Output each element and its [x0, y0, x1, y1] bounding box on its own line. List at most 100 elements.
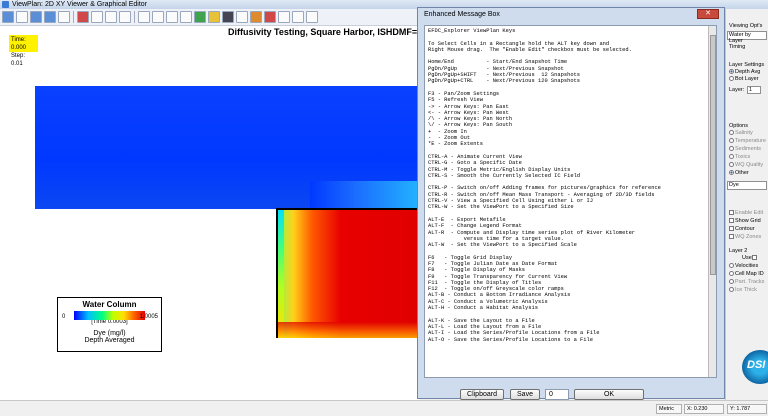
paint-icon[interactable]: [278, 11, 290, 23]
radio-icon: [729, 130, 734, 135]
settings-icon[interactable]: [306, 11, 318, 23]
dye-field-channel[interactable]: [35, 86, 420, 209]
check-enable-edit[interactable]: Enable Edit: [729, 210, 763, 216]
toolbar: [0, 9, 420, 26]
radio-icon: [729, 154, 734, 159]
option-label: Part. Tracks: [735, 279, 765, 285]
use-checkbox[interactable]: Use: [742, 255, 758, 261]
radio-ice-thick[interactable]: Ice Thick: [729, 287, 757, 293]
option-label: Ice Thick: [735, 287, 757, 293]
message-box-dialog: Enhanced Message Box ✕ EFDC_Explorer Vie…: [417, 7, 725, 400]
radio-cell-map-id[interactable]: Cell Map ID: [729, 271, 764, 277]
radio-other[interactable]: Other: [729, 170, 749, 176]
radio-icon: [729, 76, 734, 81]
time-line: Time: 0.000: [11, 37, 27, 51]
check-contour[interactable]: Contour: [729, 226, 755, 232]
window-title: ViewPlan: 2D XY Viewer & Graphical Edito…: [12, 1, 148, 8]
status-bar: Metric X: 0.230 Y: 1.787: [0, 400, 768, 416]
time-display: Time: 0.000 Step: 0.01: [9, 35, 38, 67]
radio-temperature[interactable]: Temperature: [729, 138, 766, 144]
legend-units: Dye (mg/l): [93, 330, 126, 337]
radio-icon: [729, 263, 734, 268]
options-label: Options: [729, 123, 748, 129]
radio-icon: [729, 170, 734, 175]
harbor-wall: [276, 208, 420, 210]
bot-layer-radio[interactable]: Bot Layer: [729, 76, 759, 82]
depth-avg-radio[interactable]: Depth Avg: [729, 69, 760, 75]
check-show-grid[interactable]: Show Grid: [729, 218, 761, 224]
cell-icon[interactable]: [152, 11, 164, 23]
select-icon[interactable]: [119, 11, 131, 23]
vector-icon[interactable]: [194, 11, 206, 23]
option-label: Toxics: [735, 154, 751, 160]
viewplan-window: ViewPlan: 2D XY Viewer & Graphical Edito…: [0, 0, 768, 416]
clipboard-button[interactable]: Clipboard: [460, 389, 504, 400]
radio-icon: [729, 69, 734, 74]
edit-icon[interactable]: [264, 11, 276, 23]
option-label: Other: [735, 170, 749, 176]
message-text-area[interactable]: EFDC_Explorer ViewPlan Keys To Select Ce…: [424, 25, 717, 378]
save-button[interactable]: Save: [510, 389, 540, 400]
viewing-select[interactable]: Water by Layer: [727, 31, 767, 44]
zoom-out-icon[interactable]: [44, 11, 56, 23]
right-panel: Viewing Opt's Water by Layer Timing Laye…: [725, 9, 768, 400]
tools-icon[interactable]: [292, 11, 304, 23]
page-input[interactable]: 0: [545, 389, 569, 400]
check-wq-zones[interactable]: WQ Zones: [729, 234, 761, 240]
radio-icon: [729, 138, 734, 143]
legend-averaging: Depth Averaged: [84, 337, 135, 344]
harbor-wall-side: [276, 208, 278, 338]
dsi-logo-text: DSI: [747, 359, 766, 371]
copy-icon[interactable]: [105, 11, 117, 23]
message-text: EFDC_Explorer ViewPlan Keys To Select Ce…: [428, 28, 661, 343]
flow-icon[interactable]: [222, 11, 234, 23]
layer-input[interactable]: 1: [747, 86, 761, 94]
radio-part-tracks[interactable]: Part. Tracks: [729, 279, 764, 285]
ruler-icon[interactable]: [236, 11, 248, 23]
option-label: Sediments: [735, 146, 761, 152]
legend-max: 1.0005: [139, 314, 158, 320]
dye-select[interactable]: Dye: [727, 181, 767, 190]
color-legend[interactable]: Water Column 0 1.0005 [Time 0.0003] Dye …: [57, 297, 162, 352]
bot-layer-label: Bot Layer: [735, 76, 759, 82]
units-field: Metric: [656, 404, 682, 414]
contour-icon[interactable]: [208, 11, 220, 23]
scrollbar-thumb[interactable]: [710, 35, 716, 275]
plot-title: Diffusivity Testing, Square Harbor, ISHD…: [228, 27, 418, 37]
radio-wq-quality[interactable]: WQ Quality: [729, 162, 763, 168]
checkbox-icon: [751, 255, 757, 260]
legend-color-ramp: [74, 311, 145, 320]
option-label: Show Grid: [735, 218, 761, 224]
legend-title: Water Column: [82, 300, 137, 309]
radio-sediments[interactable]: Sediments: [729, 146, 761, 152]
option-label: WQ Quality: [735, 162, 764, 168]
ok-button[interactable]: OK: [574, 389, 644, 400]
radio-icon: [729, 271, 734, 276]
toolbar-divider: [134, 11, 135, 23]
option-label: Enable Edit: [735, 210, 764, 216]
line-icon[interactable]: [180, 11, 192, 23]
color-icon[interactable]: [250, 11, 262, 23]
radio-toxics[interactable]: Toxics: [729, 154, 750, 160]
radio-icon: [729, 287, 734, 292]
radio-salinity[interactable]: Salinity: [729, 130, 753, 136]
checkbox-icon: [729, 234, 734, 239]
option-label: WQ Zones: [735, 234, 762, 240]
zoom-in-icon[interactable]: [30, 11, 42, 23]
option-label: Cell Map ID: [735, 271, 764, 277]
save-icon[interactable]: [77, 11, 89, 23]
print-icon[interactable]: [91, 11, 103, 23]
grid-icon[interactable]: [138, 11, 150, 23]
refresh-icon[interactable]: [16, 11, 28, 23]
dye-field-harbor[interactable]: [276, 209, 420, 338]
polygon-icon[interactable]: [166, 11, 178, 23]
radio-velocities[interactable]: Velocities: [729, 263, 758, 269]
y-coordinate: Y: 1.787: [727, 404, 767, 414]
zoom-extents-icon[interactable]: [2, 11, 14, 23]
viewing-options-label: Viewing Opt's: [729, 23, 763, 29]
close-button[interactable]: ✕: [697, 9, 719, 19]
pan-icon[interactable]: [58, 11, 70, 23]
timing-label: Timing: [729, 44, 746, 50]
message-scrollbar[interactable]: [708, 26, 716, 377]
layer-settings-label: Layer Settings: [729, 62, 765, 68]
